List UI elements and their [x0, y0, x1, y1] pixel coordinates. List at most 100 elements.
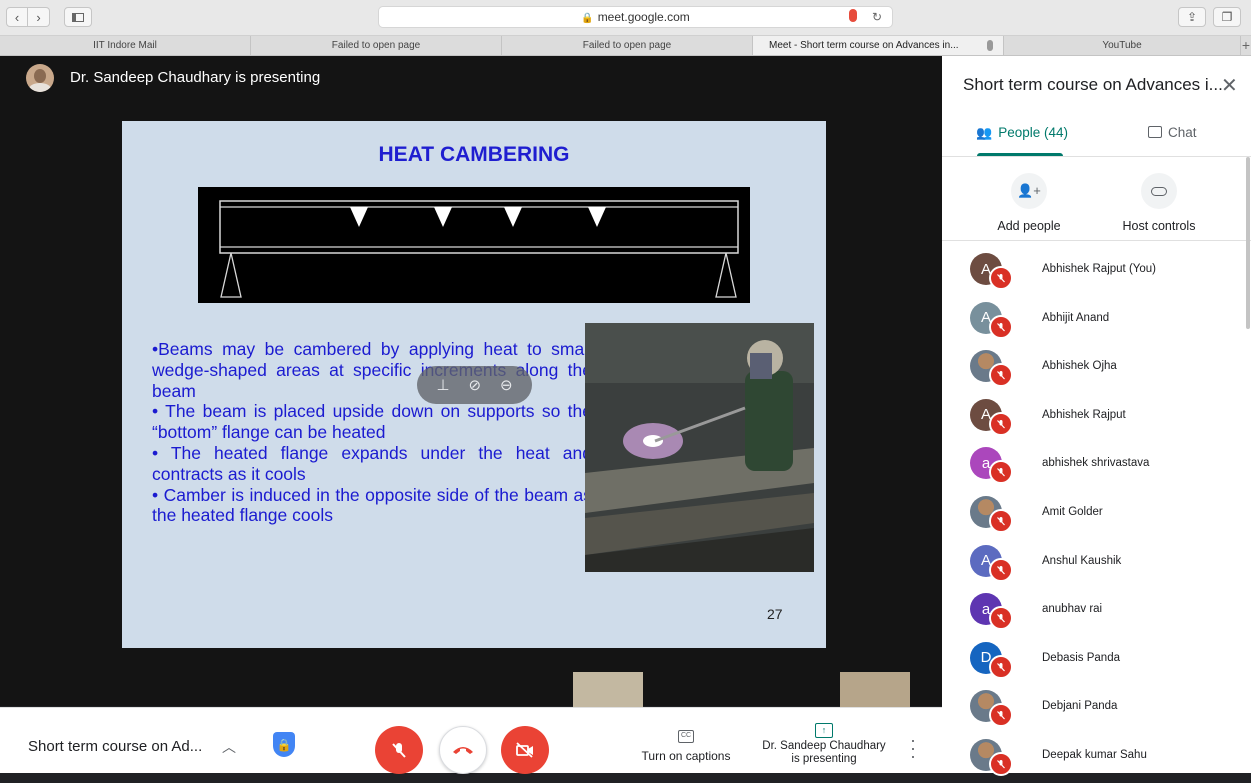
slide-bullets: •Beams may be cambered by applying heat …	[152, 339, 592, 526]
tab-chat[interactable]: Chat	[1148, 125, 1197, 140]
participant-thumbnail-1[interactable]	[573, 672, 643, 707]
share-icon[interactable]: ⇪	[1178, 7, 1206, 27]
side-panel: Short term course on Advances i... ✕ 👥 Pe…	[942, 56, 1251, 776]
mic-off-icon	[989, 654, 1013, 679]
tab-people-label: People (44)	[998, 125, 1068, 140]
tabs-overview-icon[interactable]: ❐	[1213, 7, 1241, 27]
participant-row[interactable]: a anubhav rai	[942, 589, 1251, 637]
beam-diagram	[198, 187, 750, 303]
mic-off-icon	[989, 266, 1013, 290]
tab-bar: IIT Indore Mail Failed to open page Fail…	[0, 36, 1251, 56]
wedge-2	[434, 207, 452, 227]
back-icon[interactable]: ‹	[6, 7, 28, 27]
lock-icon: 🔒	[581, 13, 594, 24]
toggle-icon	[1141, 173, 1177, 209]
participant-row[interactable]: Abhishek Ojha	[942, 346, 1251, 394]
participant-row[interactable]: a abhishek shrivastava	[942, 443, 1251, 491]
tab-chat-label: Chat	[1168, 125, 1197, 140]
people-icon: 👥	[976, 125, 993, 140]
closed-captions-icon: CC	[678, 730, 694, 743]
welding-photo	[585, 323, 814, 572]
panel-title: Short term course on Advances i...	[963, 75, 1223, 94]
nav-buttons: ‹ ›	[6, 7, 50, 27]
host-controls-label: Host controls	[1122, 219, 1196, 233]
reload-icon[interactable]: ↻	[872, 10, 882, 24]
bullet-2: • The beam is placed upside down on supp…	[152, 401, 592, 443]
presenting-line-2: is presenting	[791, 753, 857, 765]
participant-name: Abhishek Ojha	[1042, 360, 1117, 373]
participant-name: Abhishek Rajput (You)	[1042, 263, 1157, 275]
participant-name: Anshul Kaushik	[1042, 554, 1122, 567]
participant-row[interactable]: D Debasis Panda	[942, 638, 1251, 686]
address-bar[interactable]: 🔒 meet.google.com ↻	[378, 6, 893, 28]
security-shield-icon[interactable]: 🔒	[273, 732, 295, 757]
mic-off-icon	[989, 314, 1013, 339]
mic-off-icon	[392, 743, 406, 758]
add-people-label: Add people	[997, 219, 1061, 233]
participant-name: Debasis Panda	[1042, 651, 1120, 664]
support-right	[715, 252, 737, 298]
mic-off-icon	[989, 460, 1013, 485]
participant-name: anubhav rai	[1042, 603, 1103, 616]
chevron-up-icon[interactable]: ︿	[222, 737, 236, 757]
tab-people[interactable]: 👥 People (44)	[976, 125, 1068, 141]
wedge-3	[504, 207, 522, 227]
hang-up-icon	[453, 747, 473, 754]
host-controls-button[interactable]: Host controls	[1099, 173, 1219, 233]
presenting-button[interactable]: ↑ Dr. Sandeep Chaudhary is presenting	[758, 720, 890, 766]
participant-row[interactable]: Amit Golder	[942, 492, 1251, 540]
participant-thumbnail-2[interactable]	[840, 672, 910, 707]
participant-name: Abhishek Rajput	[1042, 408, 1126, 421]
meeting-control-bar: Short term course on Ad... ︿ 🔒 CC Turn o…	[0, 707, 942, 774]
divider	[942, 156, 1251, 157]
participant-name: Amit Golder	[1042, 506, 1103, 518]
mute-speaker-icon[interactable]: ⊘	[468, 376, 481, 394]
participant-row[interactable]: Debjani Panda	[942, 686, 1251, 734]
mic-off-icon	[989, 411, 1013, 436]
mic-off-button[interactable]	[375, 726, 423, 774]
camera-off-button[interactable]	[501, 726, 549, 774]
slide-title: HEAT CAMBERING	[378, 143, 570, 166]
recording-mic-icon[interactable]	[849, 9, 857, 22]
tab-meet-label: Meet - Short term course on Advances in.…	[769, 40, 959, 51]
meeting-details-label[interactable]: Short term course on Ad...	[28, 738, 202, 755]
bullet-4: • Camber is induced in the opposite side…	[152, 484, 592, 526]
bullet-3: • The heated flange expands under the he…	[152, 442, 592, 484]
participant-row[interactable]: A Anshul Kaushik	[942, 541, 1251, 589]
pin-icon[interactable]: ⊥	[436, 376, 449, 394]
tab-failed-2[interactable]: Failed to open page	[502, 36, 753, 55]
sidebar-toggle-icon[interactable]	[64, 7, 92, 27]
url-text: 🔒 meet.google.com	[581, 10, 690, 24]
remove-icon[interactable]: ⊖	[500, 376, 513, 394]
tile-overlay-controls: ⊥ ⊘ ⊖	[417, 366, 532, 404]
wedge-1	[350, 207, 368, 227]
mic-off-icon	[989, 703, 1013, 728]
forward-icon[interactable]: ›	[28, 7, 50, 27]
tab-mic-icon	[987, 40, 993, 51]
more-options-icon[interactable]: · · ·	[910, 731, 916, 765]
leave-call-button[interactable]	[439, 726, 487, 774]
participant-name: abhishek shrivastava	[1042, 457, 1150, 470]
divider	[942, 240, 1251, 241]
add-person-icon: 👤+	[1011, 173, 1047, 209]
slide-number: 27	[767, 606, 783, 622]
wedge-4	[588, 207, 606, 227]
close-icon[interactable]: ✕	[1221, 73, 1238, 98]
mic-off-icon	[989, 606, 1013, 631]
participant-name: Debjani Panda	[1042, 700, 1118, 713]
camera-off-icon	[516, 742, 533, 758]
support-left	[220, 252, 242, 298]
tab-mail[interactable]: IIT Indore Mail	[0, 36, 251, 55]
participant-row[interactable]: A Abhishek Rajput	[942, 395, 1251, 443]
browser-toolbar: ‹ › 🔒 meet.google.com ↻ ⇪ ❐	[0, 0, 1251, 36]
tab-youtube[interactable]: YouTube	[1004, 36, 1241, 55]
new-tab-button[interactable]: +	[1241, 36, 1251, 55]
presenting-line-1: Dr. Sandeep Chaudhary	[762, 740, 886, 752]
tab-failed-1[interactable]: Failed to open page	[251, 36, 502, 55]
participant-row[interactable]: A Abhishek Rajput (You)	[942, 249, 1251, 297]
captions-button[interactable]: CC Turn on captions	[638, 724, 734, 763]
add-people-button[interactable]: 👤+ Add people	[969, 173, 1089, 233]
participant-row[interactable]: A Abhijit Anand	[942, 298, 1251, 346]
tab-meet[interactable]: Meet - Short term course on Advances in.…	[753, 36, 1004, 55]
participant-row[interactable]: Deepak kumar Sahu	[942, 735, 1251, 783]
